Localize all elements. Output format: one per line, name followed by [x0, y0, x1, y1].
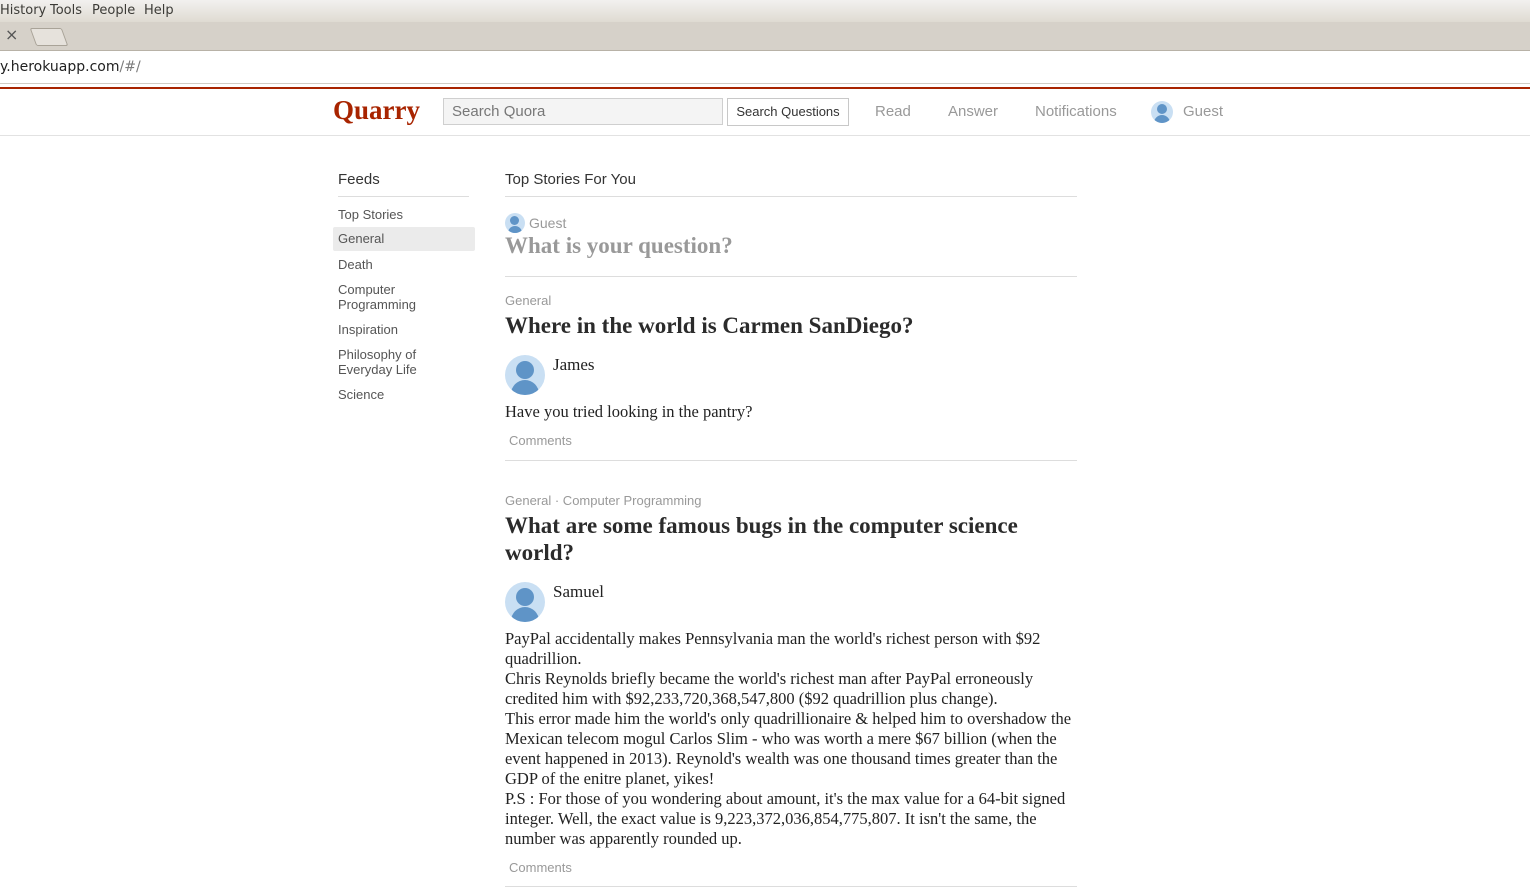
answer-paragraph: Chris Reynolds briefly became the world'… — [505, 669, 1034, 708]
feed-computer-programming[interactable]: Computer Programming — [333, 282, 443, 312]
nav-notifications[interactable]: Notifications — [1035, 103, 1117, 120]
tab-strip: × — [0, 22, 1530, 51]
feeds-title: Feeds — [338, 171, 380, 188]
story-author[interactable]: Samuel — [553, 582, 604, 602]
story-answer: Have you tried looking in the pantry? — [505, 402, 1080, 422]
ask-divider — [505, 276, 1077, 277]
answer-paragraph: PayPal accidentally makes Pennsylvania m… — [505, 629, 1041, 668]
user-avatar-icon[interactable] — [1151, 101, 1173, 123]
answer-paragraph: Have you tried looking in the pantry? — [505, 402, 753, 421]
close-tab-icon[interactable]: × — [5, 25, 18, 44]
feed-top-stories[interactable]: Top Stories — [333, 207, 475, 222]
url-text[interactable]: y.herokuapp.com/#/ — [0, 59, 141, 75]
author-avatar-icon[interactable] — [505, 355, 545, 395]
feed-death[interactable]: Death — [333, 257, 475, 272]
search-questions-button[interactable]: Search Questions — [727, 98, 849, 126]
browser-menubar: History Tools People Help — [0, 0, 1530, 22]
ask-user-avatar-icon — [505, 213, 525, 233]
story-topic[interactable]: General · Computer Programming — [505, 493, 702, 508]
nav-user-guest[interactable]: Guest — [1183, 103, 1223, 120]
menu-history[interactable]: History — [0, 3, 46, 18]
story-divider — [505, 886, 1077, 887]
story-question[interactable]: Where in the world is Carmen SanDiego? — [505, 312, 1077, 339]
main-divider — [505, 196, 1077, 197]
site-header: Quarry Search Quora Search Questions Rea… — [0, 89, 1530, 136]
story-divider — [505, 460, 1077, 461]
ask-question-input[interactable]: What is your question? — [505, 233, 733, 259]
menu-help[interactable]: Help — [144, 3, 174, 18]
main-feed-title: Top Stories For You — [505, 171, 636, 188]
comments-link[interactable]: Comments — [509, 860, 572, 875]
search-input[interactable]: Search Quora — [443, 98, 723, 125]
feed-science[interactable]: Science — [333, 387, 475, 402]
nav-read[interactable]: Read — [875, 103, 911, 120]
new-tab-button[interactable] — [29, 28, 69, 46]
menu-people[interactable]: People — [92, 3, 135, 18]
ask-user-name: Guest — [529, 215, 567, 231]
answer-paragraph: This error made him the world's only qua… — [505, 709, 1072, 788]
answer-paragraph: P.S : For those of you wondering about a… — [505, 789, 1066, 848]
menu-tools[interactable]: Tools — [50, 3, 82, 18]
feed-philosophy[interactable]: Philosophy of Everyday Life — [333, 347, 443, 377]
story-question[interactable]: What are some famous bugs in the compute… — [505, 512, 1077, 566]
nav-answer[interactable]: Answer — [948, 103, 998, 120]
feed-inspiration[interactable]: Inspiration — [333, 322, 475, 337]
story-author[interactable]: James — [553, 355, 595, 375]
url-host: y.herokuapp.com — [0, 59, 120, 75]
story-topic[interactable]: General — [505, 293, 551, 308]
feed-general[interactable]: General — [333, 227, 475, 251]
author-avatar-icon[interactable] — [505, 582, 545, 622]
site-logo[interactable]: Quarry — [333, 95, 420, 126]
comments-link[interactable]: Comments — [509, 433, 572, 448]
url-path: /#/ — [119, 59, 141, 75]
story-answer: PayPal accidentally makes Pennsylvania m… — [505, 629, 1080, 849]
feeds-divider — [338, 196, 469, 197]
address-bar[interactable]: y.herokuapp.com/#/ — [0, 51, 1530, 84]
